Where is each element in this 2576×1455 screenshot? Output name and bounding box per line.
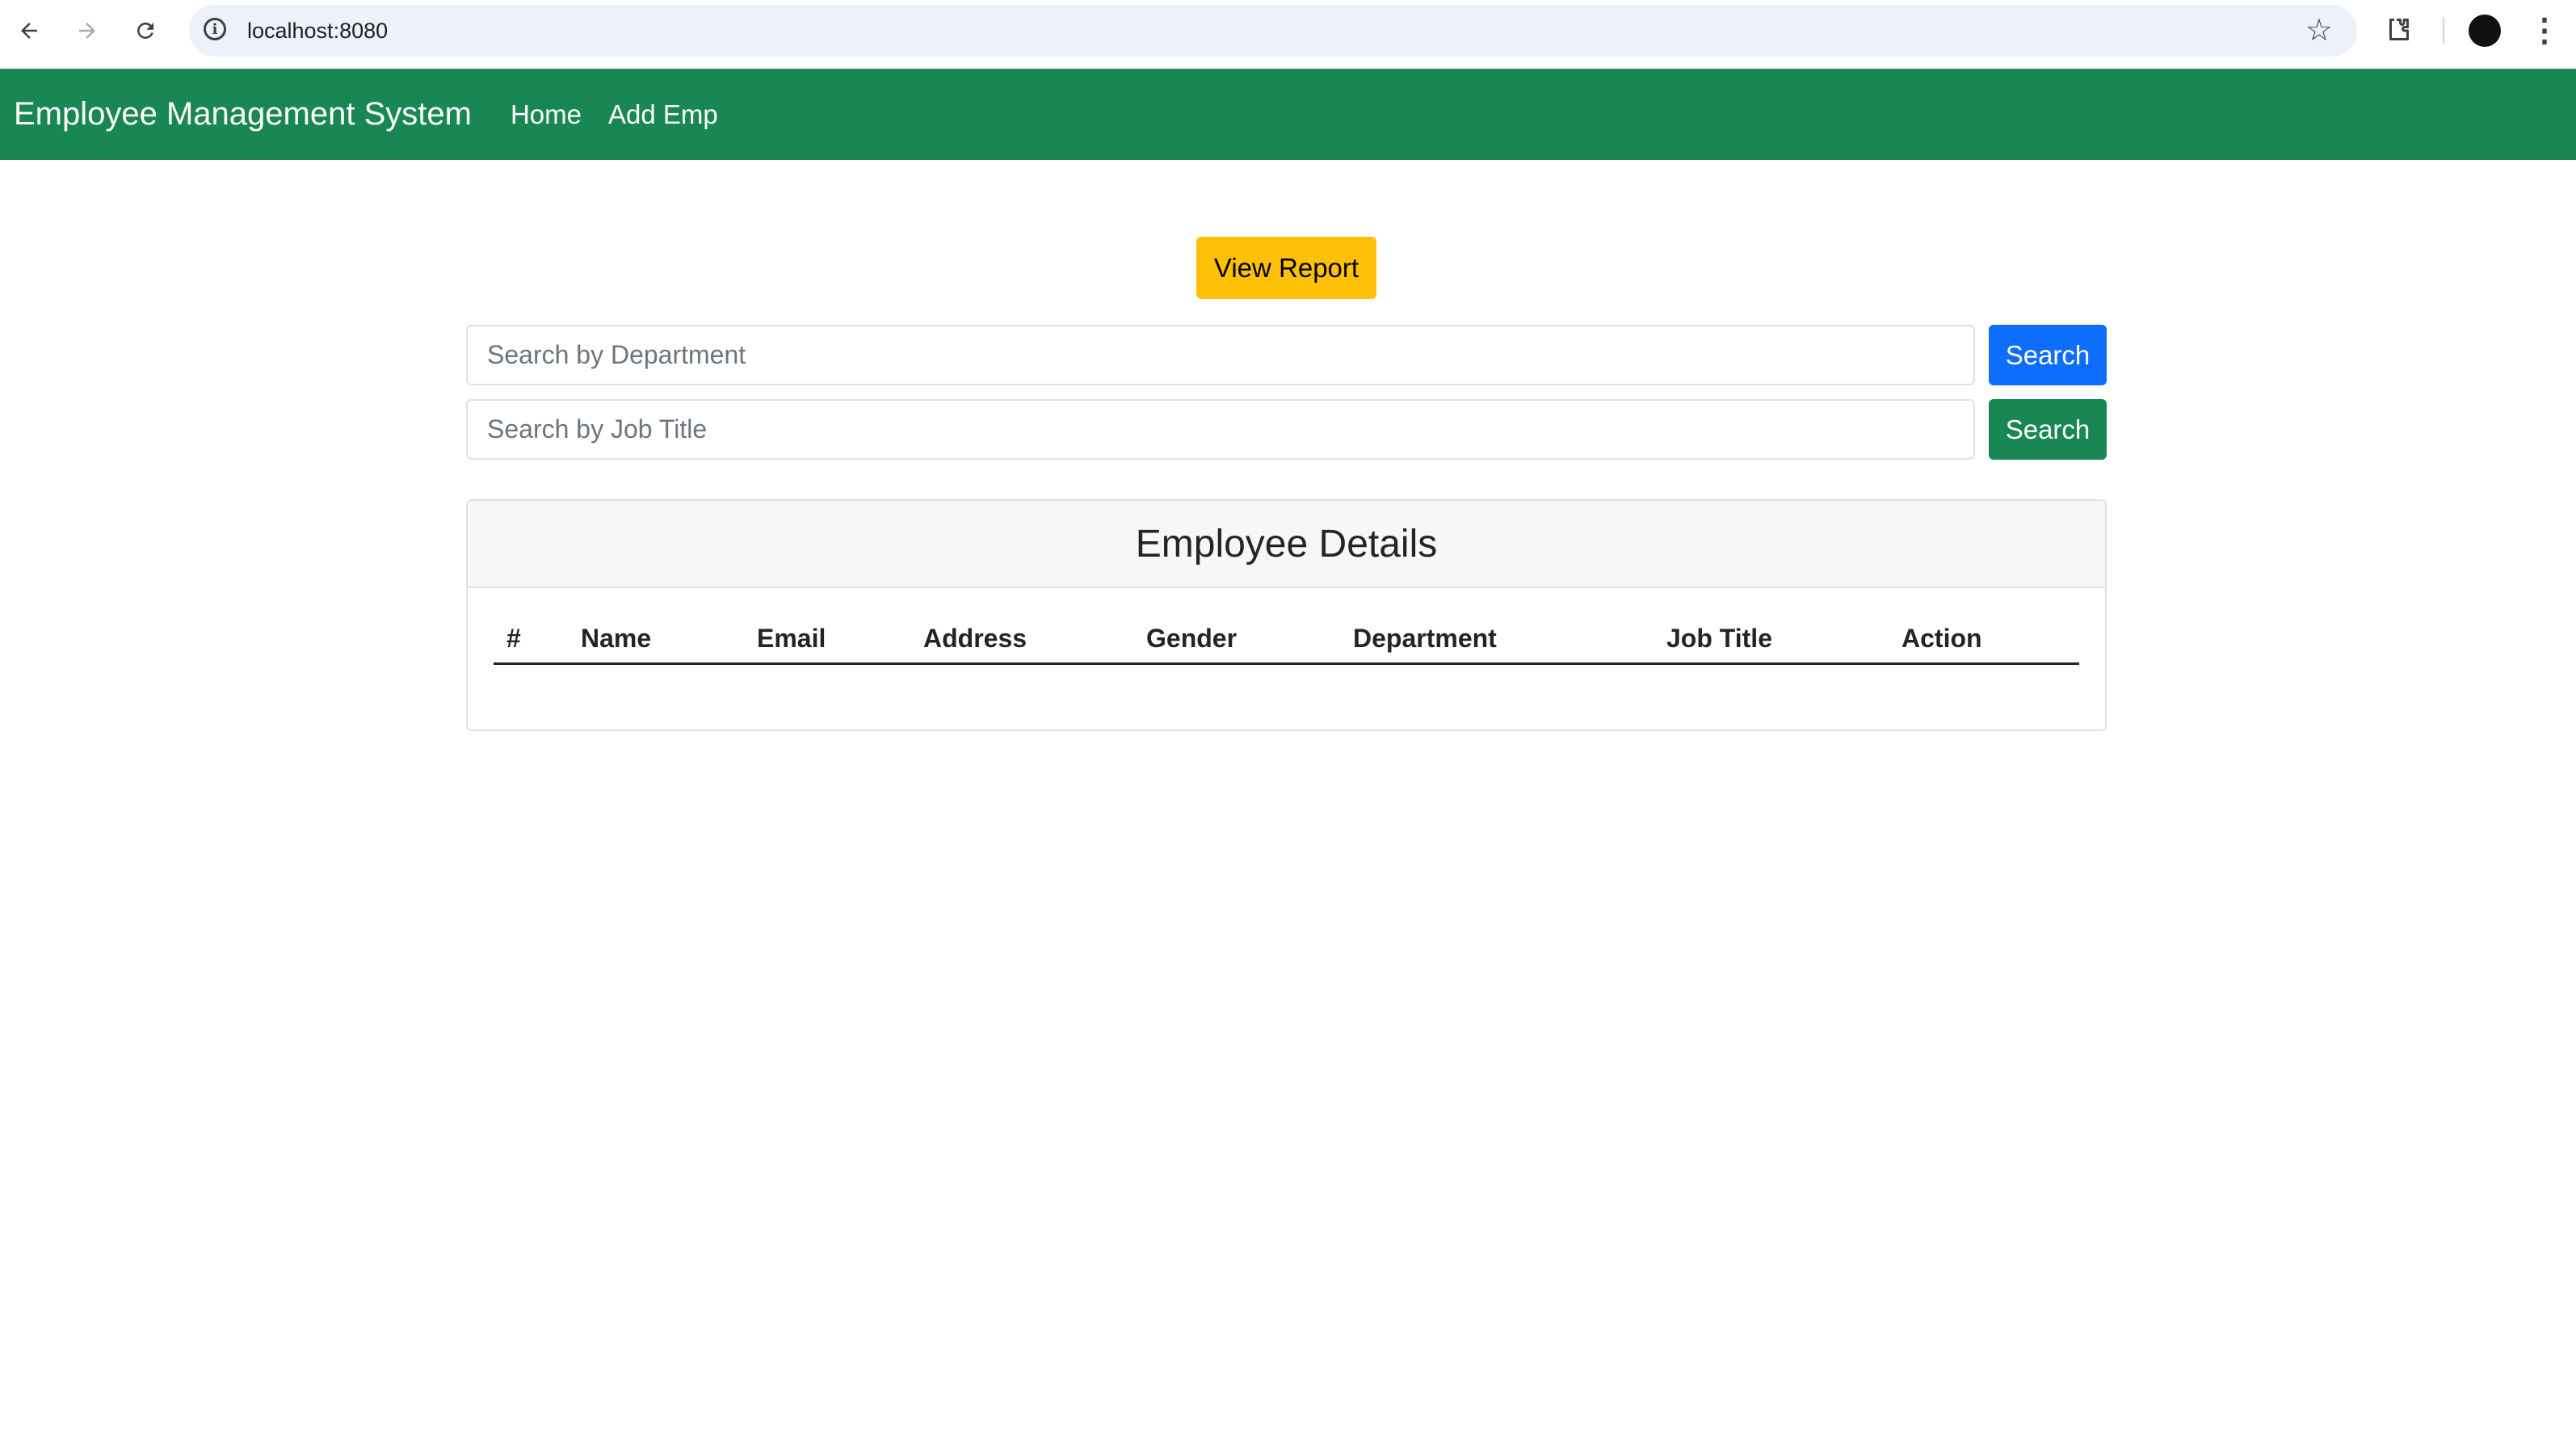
- column-header-action: Action: [1889, 614, 2079, 665]
- view-report-button[interactable]: View Report: [1196, 237, 1376, 299]
- nav-link-add-emp[interactable]: Add Emp: [608, 99, 718, 130]
- search-job-title-input[interactable]: [466, 399, 1975, 460]
- toolbar-divider: [2443, 18, 2444, 44]
- navbar-brand[interactable]: Employee Management System: [14, 96, 472, 132]
- table-header-row: # Name Email Address Gender Department J…: [494, 614, 2079, 665]
- address-bar[interactable]: i localhost:8080 ☆: [189, 5, 2357, 57]
- employee-table: # Name Email Address Gender Department J…: [494, 614, 2079, 665]
- column-header-index: #: [494, 614, 568, 665]
- search-department-input[interactable]: [466, 325, 1975, 385]
- column-header-job-title: Job Title: [1654, 614, 1889, 665]
- column-header-name: Name: [568, 614, 744, 665]
- column-header-department: Department: [1340, 614, 1654, 665]
- menu-icon[interactable]: ⋮: [2528, 11, 2561, 50]
- search-department-button[interactable]: Search: [1989, 325, 2107, 385]
- profile-avatar[interactable]: [2469, 15, 2501, 47]
- column-header-gender: Gender: [1133, 614, 1340, 665]
- app-navbar: Employee Management System Home Add Emp: [0, 69, 2576, 160]
- column-header-address: Address: [910, 614, 1133, 665]
- employee-table-wrapper: # Name Email Address Gender Department J…: [494, 614, 2079, 665]
- nav-link-home[interactable]: Home: [511, 99, 582, 130]
- card-title: Employee Details: [468, 501, 2105, 588]
- browser-toolbar: i localhost:8080 ☆ ⋮: [0, 0, 2576, 69]
- site-info-icon[interactable]: i: [204, 18, 226, 40]
- url-text[interactable]: localhost:8080: [247, 5, 388, 57]
- reload-icon[interactable]: [124, 10, 166, 52]
- column-header-email: Email: [744, 614, 910, 665]
- bookmark-star-icon[interactable]: ☆: [2305, 13, 2333, 48]
- extensions-icon[interactable]: [2380, 11, 2418, 50]
- forward-icon[interactable]: [66, 10, 108, 52]
- back-icon[interactable]: [8, 10, 50, 52]
- search-job-title-button[interactable]: Search: [1989, 399, 2107, 460]
- employee-details-card: Employee Details # Name Email Address Ge: [466, 499, 2107, 731]
